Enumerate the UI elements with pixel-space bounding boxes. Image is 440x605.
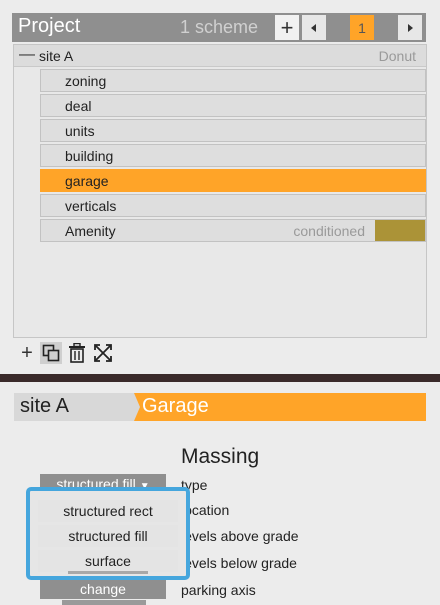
tree-item-deal[interactable]: deal <box>40 94 426 117</box>
prop-label-levels-below: levels below grade <box>181 555 297 571</box>
tree-item-label: Amenity <box>65 223 116 239</box>
duplicate-glyph <box>42 344 60 362</box>
tree-site-row[interactable]: — site A Donut <box>14 45 426 67</box>
breadcrumb-site[interactable]: site A <box>14 393 126 421</box>
tree-item-garage[interactable]: garage <box>40 169 426 192</box>
prop-label-levels-above: levels above grade <box>181 528 299 544</box>
next-field-button-edge[interactable] <box>62 600 146 605</box>
amenity-color-swatch[interactable] <box>375 220 425 241</box>
chevron-right-icon <box>408 23 413 32</box>
scheme-tree: — site A Donut zoning deal units buildin… <box>13 44 427 338</box>
breadcrumb-section: Garage <box>134 393 426 421</box>
tree-item-zoning[interactable]: zoning <box>40 69 426 92</box>
project-title: Project <box>18 15 81 37</box>
add-scheme-button[interactable]: + <box>275 15 299 40</box>
duplicate-icon[interactable] <box>40 342 62 364</box>
tree-item-building[interactable]: building <box>40 144 426 167</box>
add-icon[interactable]: + <box>16 342 38 364</box>
project-titlebar: Project 1 scheme + 1 <box>12 13 426 42</box>
dropdown-option-structured-fill[interactable]: structured fill <box>38 525 178 547</box>
tree-item-label: building <box>65 148 114 164</box>
expand-icon[interactable] <box>92 342 114 364</box>
tree-item-label: units <box>65 123 95 139</box>
tree-item-label: verticals <box>65 198 117 214</box>
change-parking-axis-button[interactable]: change <box>40 579 166 599</box>
dropdown-option-surface[interactable]: surface <box>38 550 178 572</box>
tree-item-amenity[interactable]: Amenity conditioned <box>40 219 426 242</box>
tree-item-label: deal <box>65 98 92 114</box>
amenity-status: conditioned <box>293 223 365 239</box>
project-panel: Project 1 scheme + 1 — site A Donut zoni… <box>0 0 440 374</box>
trash-glyph <box>69 343 85 363</box>
tree-item-verticals[interactable]: verticals <box>40 194 426 217</box>
dropdown-option-structured-rect[interactable]: structured rect <box>38 500 178 522</box>
dropdown-scrollbar[interactable] <box>68 571 148 574</box>
breadcrumb-separator-icon <box>124 393 140 421</box>
tree-toolbar: + <box>16 342 136 366</box>
collapse-toggle[interactable]: — <box>19 46 35 64</box>
scheme-page-indicator[interactable]: 1 <box>350 15 374 40</box>
section-heading: Massing <box>181 445 260 468</box>
site-name: site A <box>39 48 74 64</box>
chevron-left-icon <box>311 23 316 32</box>
expand-glyph <box>94 344 112 362</box>
trash-icon[interactable] <box>66 342 88 364</box>
tree-item-label: zoning <box>65 73 107 89</box>
site-kind: Donut <box>378 48 416 64</box>
panel-divider[interactable] <box>0 374 440 382</box>
tree-item-label: garage <box>65 173 109 189</box>
tree-item-units[interactable]: units <box>40 119 426 142</box>
breadcrumb-section-label: Garage <box>142 395 209 417</box>
prev-scheme-button[interactable] <box>302 15 326 40</box>
prop-label-parking-axis: parking axis <box>181 582 256 598</box>
breadcrumb-site-label: site A <box>20 395 69 417</box>
scheme-count: 1 scheme <box>180 17 259 37</box>
next-scheme-button[interactable] <box>398 15 422 40</box>
type-dropdown-menu: structured rect structured fill surface <box>26 487 190 580</box>
